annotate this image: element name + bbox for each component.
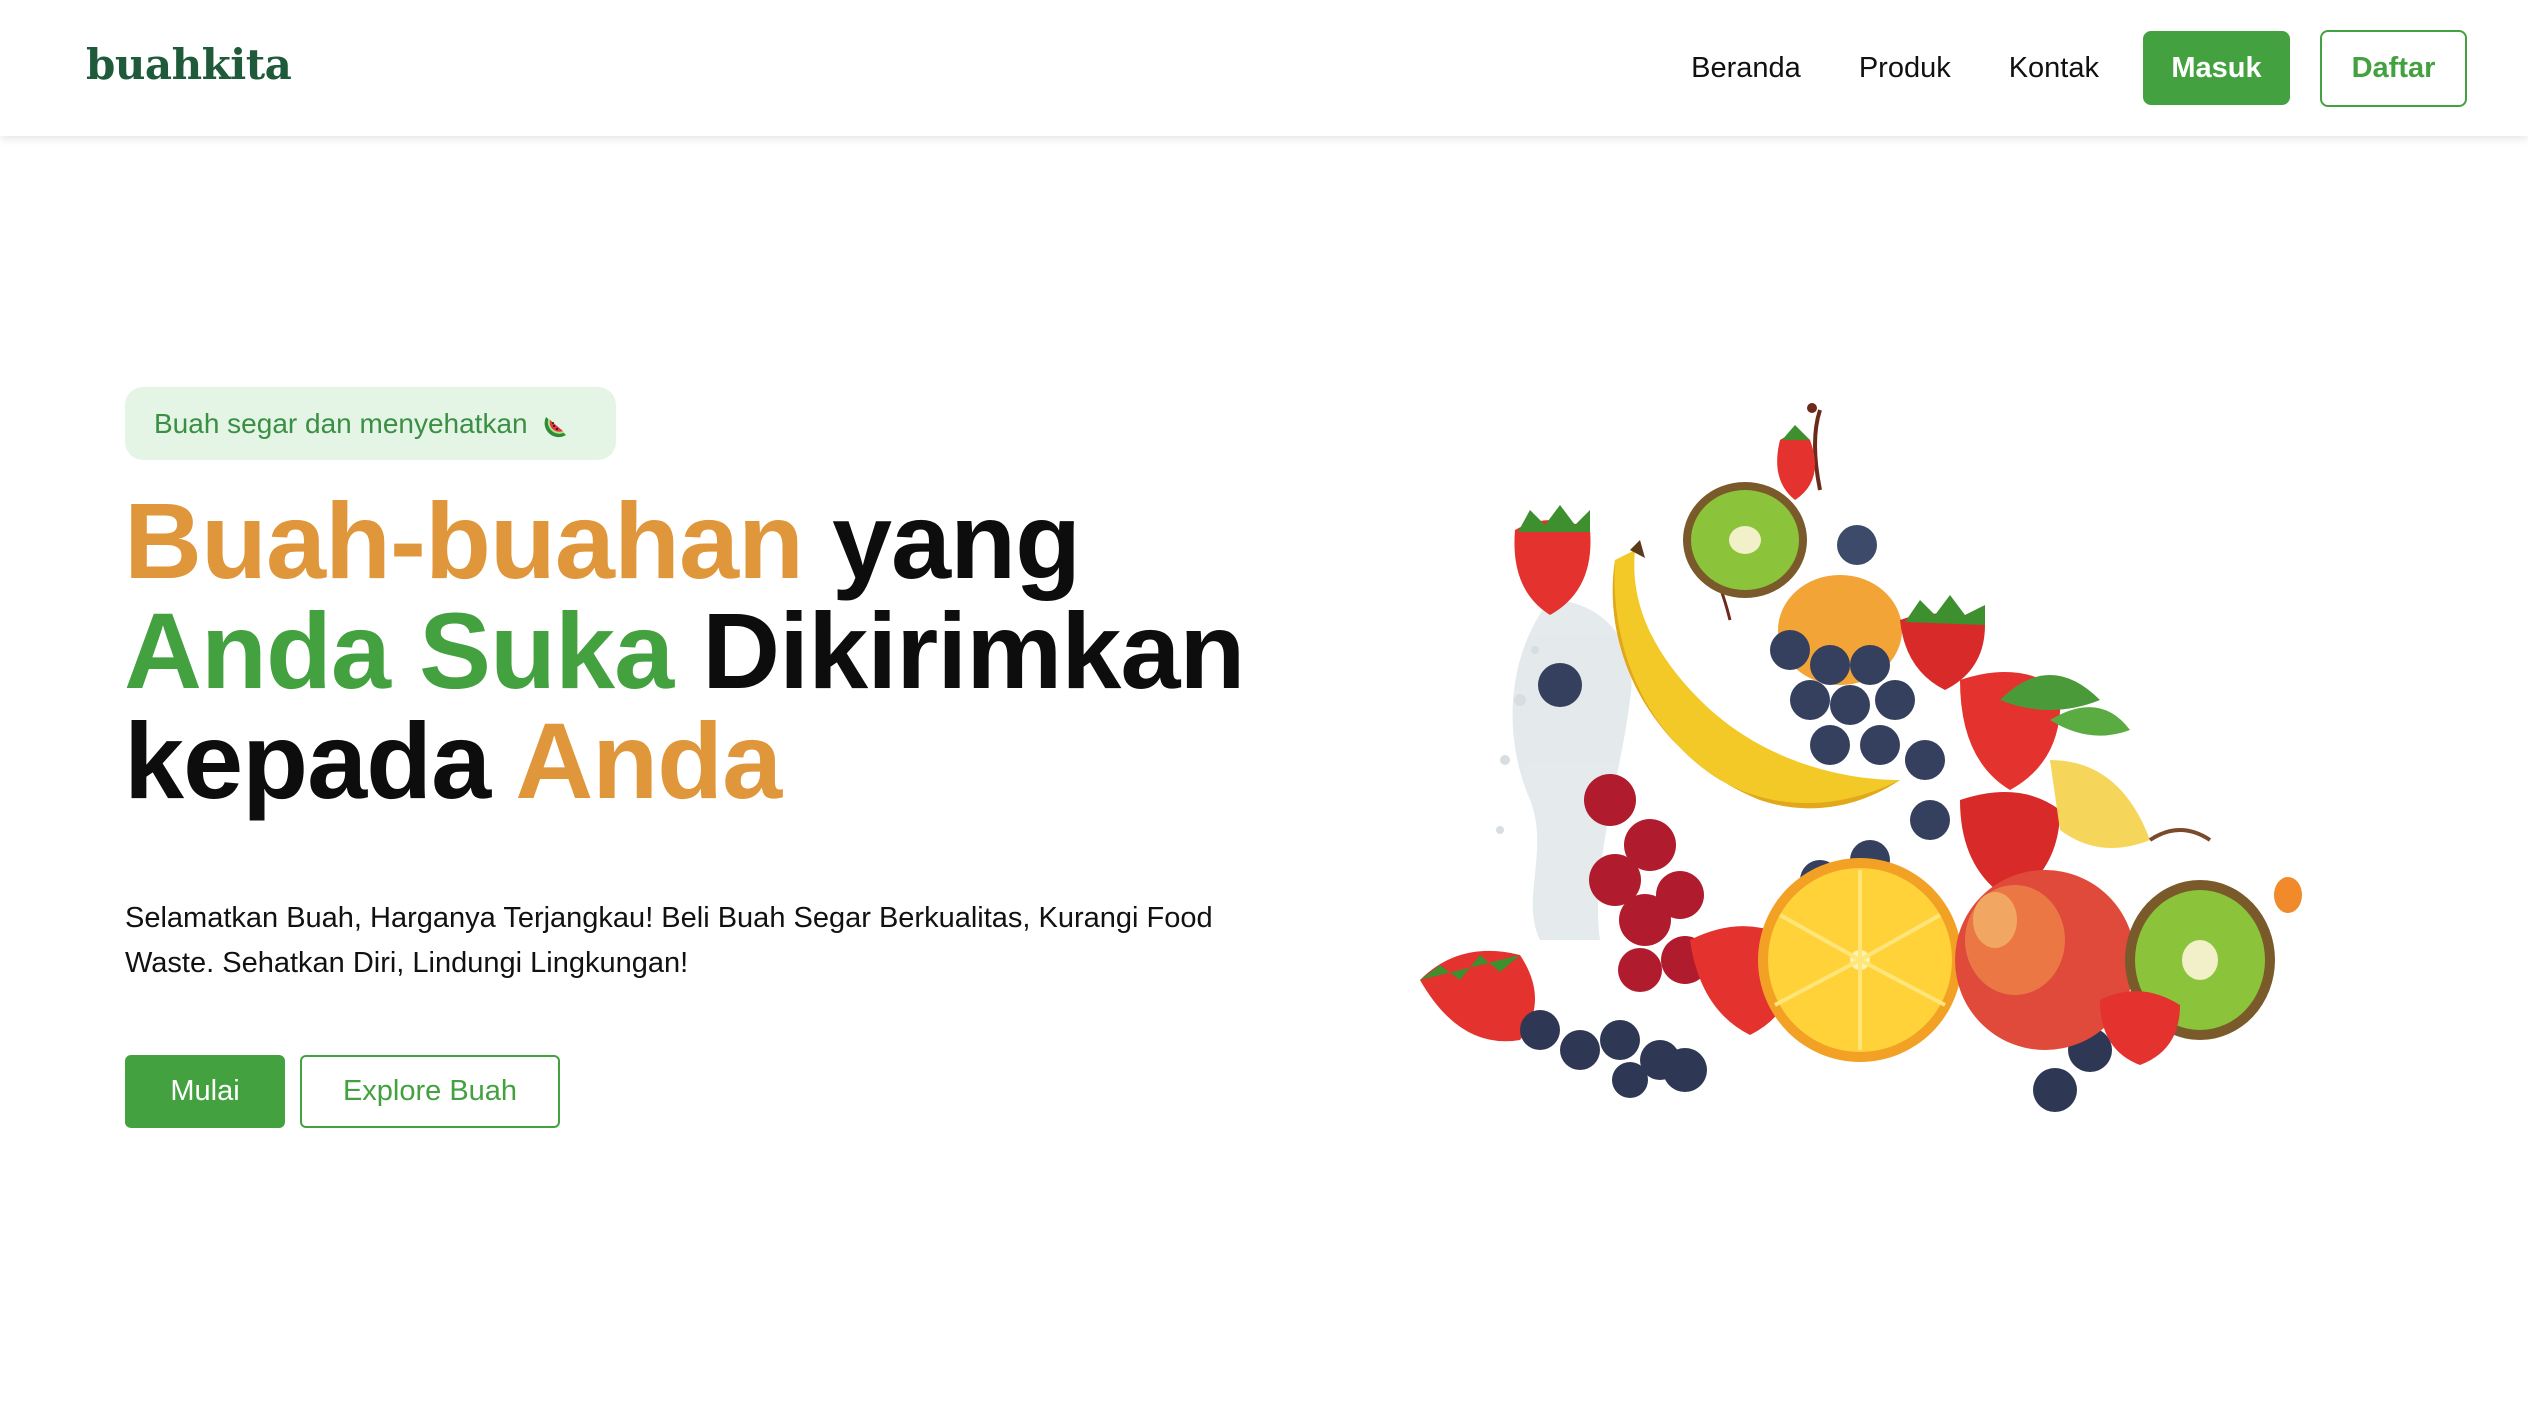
hero-badge: Buah segar dan menyehatkan: [125, 387, 616, 460]
nav-link-produk[interactable]: Produk: [1859, 52, 1951, 85]
start-button[interactable]: Mulai: [125, 1055, 285, 1128]
nav-link-kontak[interactable]: Kontak: [2009, 52, 2099, 85]
login-button[interactable]: Masuk: [2143, 31, 2290, 105]
explore-fruit-button[interactable]: Explore Buah: [300, 1055, 560, 1128]
cherries: [1584, 774, 1709, 992]
hero-subtext: Selamatkan Buah, Harganya Terjangkau! Be…: [125, 902, 1213, 979]
kiwi-top: [1683, 482, 1807, 598]
headline-part-4: Dikirimkan: [673, 590, 1245, 711]
nav-links: Beranda Produk Kontak Masuk Daftar: [1691, 0, 2528, 136]
fruit-pile-illustration: [1420, 403, 2302, 1112]
navbar: buahkita Beranda Produk Kontak Masuk Daf…: [0, 0, 2528, 136]
hero-badge-text: Buah segar dan menyehatkan: [154, 407, 528, 439]
orange-slice: [1758, 858, 1962, 1062]
brand-logo[interactable]: buahkita: [86, 40, 292, 89]
headline-part-2: yang: [802, 480, 1081, 601]
hero-headline: Buah-buahan yang Anda Suka Dikirimkan ke…: [124, 486, 1324, 816]
headline-part-3: Anda Suka: [124, 590, 674, 711]
headline-part-6: Anda: [515, 700, 782, 821]
register-button[interactable]: Daftar: [2320, 29, 2467, 107]
nav-link-beranda[interactable]: Beranda: [1691, 52, 1801, 85]
headline-part-1: Buah-buahan: [124, 480, 804, 601]
headline-part-5: kepada: [124, 700, 516, 821]
watermelon-icon: [542, 409, 572, 439]
